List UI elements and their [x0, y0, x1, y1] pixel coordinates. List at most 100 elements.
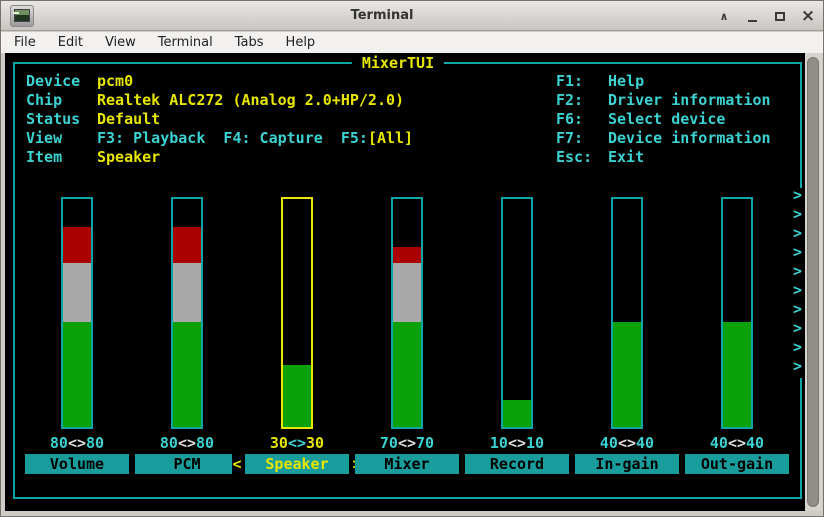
view-label: View	[26, 129, 97, 148]
mixer-controls: 80<>80Volume80<>80PCM30<>30Speaker<>70<>…	[22, 197, 792, 477]
mixer-border-bottom	[13, 497, 802, 499]
volume-values: 30<>30	[242, 435, 352, 452]
volume-values: 40<>40	[682, 435, 792, 452]
volume-bar-fill	[503, 400, 531, 427]
control-label: Mixer	[355, 454, 459, 474]
left-value: 30	[270, 434, 288, 452]
left-value: 70	[380, 434, 398, 452]
maximize-icon[interactable]	[772, 8, 788, 24]
value-separator: <>	[508, 434, 526, 452]
menu-item-help[interactable]: Help	[286, 35, 316, 50]
bar-segment	[393, 263, 421, 322]
maximize-glyph	[775, 12, 785, 21]
status-label: Status	[26, 110, 97, 129]
control-label: Record	[465, 454, 569, 474]
terminal-app-icon	[10, 5, 34, 27]
window-controls: ∧ ×	[716, 1, 816, 31]
control-label: In-gain	[575, 454, 679, 474]
value-separator: <>	[618, 434, 636, 452]
control-label: Speaker<>	[245, 454, 349, 474]
control-label: PCM	[135, 454, 239, 474]
menu-item-file[interactable]: File	[14, 35, 36, 50]
device-row: Devicepcm0	[26, 72, 133, 91]
minimize-glyph	[748, 20, 757, 22]
help-desc: Help	[608, 72, 644, 90]
control-label: Out-gain	[685, 454, 789, 474]
bar-segment	[63, 263, 91, 322]
help-row-f2: F2:Driver information	[556, 91, 771, 110]
minimize-icon[interactable]	[744, 8, 760, 24]
volume-bar	[171, 197, 203, 429]
device-label: Device	[26, 72, 97, 91]
shade-icon[interactable]: ∧	[716, 8, 732, 24]
mixer-control-speaker: 30<>30 Speaker<>	[242, 197, 352, 477]
control-label: Volume	[25, 454, 129, 474]
mixer-control-volume: 80<>80 Volume	[22, 197, 132, 477]
help-key: F2:	[556, 91, 608, 110]
terminal-icon-screen	[14, 9, 30, 22]
menu-item-edit[interactable]: Edit	[58, 35, 83, 50]
help-key: Esc:	[556, 148, 608, 167]
volume-bar-fill	[283, 365, 311, 427]
bar-segment	[723, 322, 751, 427]
mixer-control-mixer: 70<>70 Mixer	[352, 197, 462, 477]
value-separator: <>	[398, 434, 416, 452]
view-modes: F3: Playback F4: Capture F5:	[97, 129, 368, 147]
mixer-control-in-gain: 40<>40 In-gain	[572, 197, 682, 477]
bar-segment	[173, 263, 201, 322]
volume-bar-fill	[393, 247, 421, 427]
volume-values: 80<>80	[132, 435, 242, 452]
bar-segment	[173, 322, 201, 427]
window-titlebar: Terminal ∧ ×	[1, 1, 823, 31]
right-value: 80	[86, 434, 104, 452]
value-separator: <>	[288, 434, 306, 452]
help-desc: Driver information	[608, 91, 771, 109]
bar-segment	[173, 227, 201, 263]
right-value: 70	[416, 434, 434, 452]
left-value: 40	[600, 434, 618, 452]
help-row-f6: F6:Select device	[556, 110, 725, 129]
right-value: 10	[526, 434, 544, 452]
volume-bar	[61, 197, 93, 429]
left-value: 80	[50, 434, 68, 452]
chip-value: Realtek ALC272 (Analog 2.0+HP/2.0)	[97, 91, 404, 109]
mixer-control-pcm: 80<>80 PCM	[132, 197, 242, 477]
scrollbar-thumb[interactable]	[807, 57, 819, 507]
help-desc: Exit	[608, 148, 644, 166]
item-row: ItemSpeaker	[26, 148, 160, 167]
volume-bar-fill	[63, 227, 91, 427]
terminal-window: Terminal ∧ × File Edit View Terminal Tab…	[0, 0, 824, 517]
menu-item-view[interactable]: View	[105, 35, 136, 50]
view-row: ViewF3: Playback F4: Capture F5:[All]	[26, 129, 413, 148]
bar-segment	[63, 322, 91, 427]
volume-bar-fill	[613, 322, 641, 427]
volume-bar	[611, 197, 643, 429]
mixer-control-record: 10<>10 Record	[462, 197, 572, 477]
window-title: Terminal	[351, 1, 414, 31]
status-value: Default	[97, 110, 160, 128]
volume-bar-fill	[723, 322, 751, 427]
left-value: 80	[160, 434, 178, 452]
volume-bar	[391, 197, 423, 429]
volume-bar	[281, 197, 313, 429]
value-separator: <>	[68, 434, 86, 452]
terminal-screen[interactable]: MixerTUI Devicepcm0 ChipRealtek ALC272 (…	[5, 53, 805, 511]
volume-bar	[501, 197, 533, 429]
scrollbar-track[interactable]	[805, 53, 822, 511]
help-desc: Device information	[608, 129, 771, 147]
bar-segment	[393, 247, 421, 263]
volume-values: 10<>10	[462, 435, 572, 452]
right-value: 40	[746, 434, 764, 452]
value-separator: <>	[728, 434, 746, 452]
mixer-title: MixerTUI	[352, 54, 444, 73]
terminal-icon-prompt	[13, 12, 19, 14]
menu-item-terminal[interactable]: Terminal	[158, 35, 213, 50]
volume-values: 40<>40	[572, 435, 682, 452]
view-current-mode: [All]	[368, 129, 413, 147]
mixer-border-left	[13, 62, 15, 499]
mixer-border-right-lower	[800, 378, 802, 499]
volume-values: 70<>70	[352, 435, 462, 452]
bar-segment	[613, 322, 641, 427]
close-icon[interactable]: ×	[800, 8, 816, 24]
menu-item-tabs[interactable]: Tabs	[235, 35, 264, 50]
